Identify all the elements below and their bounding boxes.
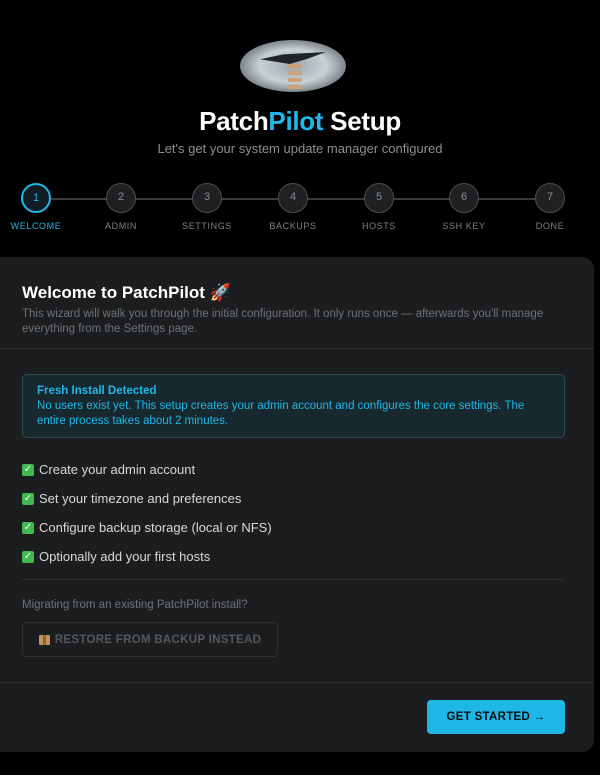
check-mark-icon: ✓: [22, 521, 34, 534]
step-number: 6: [449, 183, 479, 213]
list-item-text: Optionally add your first hosts: [39, 549, 211, 564]
step-number: 5: [364, 183, 394, 213]
patchpilot-logo: [240, 40, 346, 92]
get-started-button[interactable]: GET STARTED →: [427, 700, 565, 734]
list-item: ✓ Create your admin account: [22, 455, 272, 484]
divider: [0, 348, 594, 349]
check-mark-icon: ✓: [22, 492, 34, 505]
step-number: 4: [278, 183, 308, 213]
package-stack-icon: [288, 64, 302, 92]
migrate-prompt: Migrating from an existing PatchPilot in…: [22, 599, 248, 611]
divider: [0, 682, 594, 683]
step-hosts[interactable]: 5 HOSTS: [339, 183, 419, 231]
restore-button-label: RESTORE FROM BACKUP INSTEAD: [54, 633, 262, 646]
list-item-text: Set your timezone and preferences: [39, 491, 242, 506]
check-mark-icon: ✓: [22, 463, 34, 476]
title-part1: Patch: [199, 106, 269, 136]
step-number: 2: [106, 183, 136, 213]
step-settings[interactable]: 3 SETTINGS: [167, 183, 247, 231]
fresh-install-alert: Fresh Install Detected No users exist ye…: [22, 374, 565, 438]
list-item: ✓ Set your timezone and preferences: [22, 484, 272, 513]
list-item: ✓ Configure backup storage (local or NFS…: [22, 513, 272, 542]
title-accent: Pilot: [268, 106, 324, 136]
package-icon: [38, 634, 50, 645]
step-label: ADMIN: [105, 221, 137, 231]
welcome-heading: Welcome to PatchPilot 🚀: [22, 283, 231, 302]
step-label: DONE: [535, 221, 565, 231]
step-number: 1: [21, 183, 51, 213]
divider: [22, 579, 564, 580]
step-number: 7: [535, 183, 565, 213]
check-mark-icon: ✓: [22, 550, 34, 563]
page-subtitle: Let's get your system update manager con…: [157, 141, 443, 156]
list-item: ✓ Optionally add your first hosts: [22, 542, 272, 571]
title-part3: Setup: [323, 106, 401, 136]
list-item-text: Configure backup storage (local or NFS): [39, 520, 272, 535]
welcome-intro: This wizard will walk you through the in…: [22, 308, 544, 335]
list-item-text: Create your admin account: [39, 462, 196, 477]
page-title: PatchPilot Setup: [0, 106, 600, 137]
step-ssh-key[interactable]: 6 SSH KEY: [424, 183, 504, 231]
setup-checklist: ✓ Create your admin account ✓ Set your t…: [22, 455, 272, 571]
step-number: 3: [192, 183, 222, 213]
step-admin[interactable]: 2 ADMIN: [81, 183, 161, 231]
setup-stepper: 1 WELCOME 2 ADMIN 3 SETTINGS 4 BACKUPS 5…: [0, 183, 600, 233]
alert-body: No users exist yet. This setup creates y…: [37, 400, 525, 427]
step-label: SETTINGS: [182, 221, 232, 231]
step-label: BACKUPS: [269, 221, 317, 231]
alert-title: Fresh Install Detected: [37, 385, 157, 397]
restore-from-backup-button[interactable]: RESTORE FROM BACKUP INSTEAD: [22, 622, 278, 657]
step-label: SSH KEY: [442, 221, 486, 231]
step-label: HOSTS: [361, 221, 396, 231]
step-done[interactable]: 7 DONE: [510, 183, 590, 231]
step-label: WELCOME: [10, 221, 62, 231]
plane-icon: [260, 52, 326, 64]
step-backups[interactable]: 4 BACKUPS: [253, 183, 333, 231]
welcome-card: Welcome to PatchPilot 🚀 This wizard will…: [0, 257, 594, 752]
step-welcome[interactable]: 1 WELCOME: [0, 183, 76, 231]
